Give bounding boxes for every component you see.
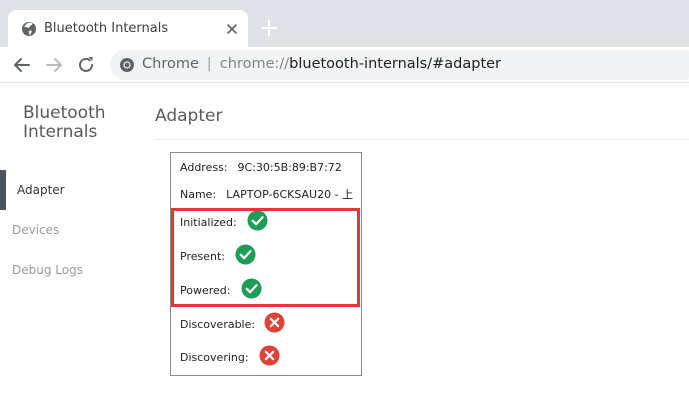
title-divider <box>155 139 689 140</box>
highlight-box <box>171 208 360 307</box>
discoverable-row: Discoverable: <box>180 318 255 331</box>
tab-strip: Bluetooth Internals <box>0 0 689 47</box>
sidebar-item-label: Devices <box>12 223 60 237</box>
url-separator: | <box>206 56 212 72</box>
x-circle-icon <box>259 345 280 366</box>
sidebar-title: Bluetooth Internals <box>23 103 106 142</box>
sidebar-item-devices[interactable]: Devices <box>0 210 140 250</box>
browser-tab[interactable]: Bluetooth Internals <box>8 10 248 47</box>
url-text: Chrome | chrome://bluetooth-internals/#ada… <box>142 56 501 72</box>
selected-indicator <box>0 170 6 210</box>
browser-toolbar: Chrome | chrome://bluetooth-internals/#ada… <box>0 47 689 83</box>
address-value: 9C:30:5B:89:B7:72 <box>237 161 342 174</box>
address-bar[interactable]: Chrome | chrome://bluetooth-internals/#ada… <box>110 50 689 80</box>
back-arrow-icon[interactable] <box>10 53 34 77</box>
site-label: Chrome <box>142 56 199 72</box>
name-label: Name: <box>180 188 217 201</box>
close-icon[interactable] <box>224 21 240 37</box>
url-scheme: chrome:// <box>219 56 290 72</box>
sidebar-item-label: Adapter <box>17 183 65 197</box>
sidebar-item-debug-logs[interactable]: Debug Logs <box>0 250 140 290</box>
new-tab-icon[interactable] <box>259 18 279 38</box>
reload-icon[interactable] <box>74 53 98 77</box>
sidebar-item-adapter[interactable]: Adapter <box>0 170 140 210</box>
name-value: LAPTOP-6CKSAU20 - 上 <box>226 188 354 201</box>
tab-title: Bluetooth Internals <box>44 21 169 36</box>
url-path: bluetooth-internals/#adapter <box>289 56 502 72</box>
page-title: Adapter <box>155 106 223 126</box>
name-row: Name: LAPTOP-6CKSAU20 - 上 <box>180 186 353 202</box>
state-label: Discoverable: <box>180 318 256 331</box>
address-row: Address: 9C:30:5B:89:B7:72 <box>180 161 342 174</box>
forward-arrow-icon[interactable] <box>42 53 66 77</box>
address-label: Address: <box>180 161 228 174</box>
chrome-logo-icon <box>120 58 134 72</box>
sidebar-item-label: Debug Logs <box>12 263 83 277</box>
discovering-row: Discovering: <box>180 351 249 364</box>
state-label: Discovering: <box>180 351 249 364</box>
x-circle-icon <box>264 312 285 333</box>
globe-icon <box>22 22 36 36</box>
sidebar: Bluetooth Internals Adapter Devices Debu… <box>0 84 140 417</box>
